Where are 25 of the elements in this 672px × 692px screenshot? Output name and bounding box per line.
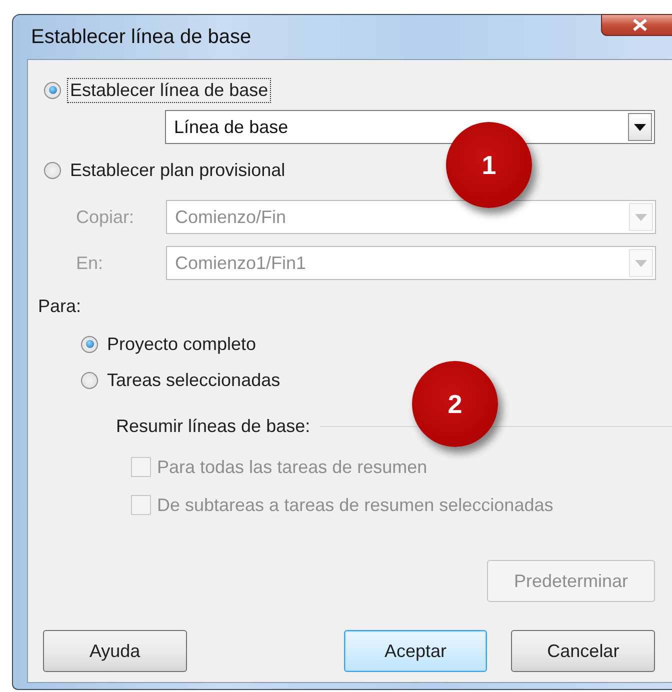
dropdown-arrow-icon xyxy=(634,124,646,130)
field-label: En: xyxy=(75,252,104,274)
radio-label: Tareas seleccionadas xyxy=(106,368,282,392)
radio-button[interactable] xyxy=(81,372,98,388)
radio-label: Establecer plan provisional xyxy=(69,158,286,182)
baseline-dropdown[interactable]: Línea de base xyxy=(165,110,655,144)
close-icon xyxy=(633,19,647,31)
radio-label: Establecer línea de base xyxy=(67,78,272,102)
window-title: Establecer línea de base xyxy=(31,26,252,48)
checkbox-label: Para todas las tareas de resumen xyxy=(157,456,428,478)
callout-badge: 2 xyxy=(412,361,498,447)
dropdown-arrow-icon xyxy=(635,260,647,266)
section-label: Para: xyxy=(38,296,82,316)
radio-button[interactable] xyxy=(44,82,61,98)
field-label: Copiar: xyxy=(75,206,136,228)
checkbox-label: De subtareas a tareas de resumen seleccionadas xyxy=(157,494,554,516)
radio-button[interactable] xyxy=(81,336,98,352)
dropdown-arrow-icon xyxy=(635,214,647,220)
dialog-button[interactable]: Aceptar xyxy=(344,630,488,672)
dialog-button[interactable]: Cancelar xyxy=(511,630,656,672)
radio-button[interactable] xyxy=(44,162,61,178)
close-button[interactable] xyxy=(601,14,672,36)
radio-label: Proyecto completo xyxy=(106,332,258,356)
group-label: Resumir líneas de base: xyxy=(116,416,310,436)
dialog-button[interactable]: Ayuda xyxy=(43,630,187,672)
